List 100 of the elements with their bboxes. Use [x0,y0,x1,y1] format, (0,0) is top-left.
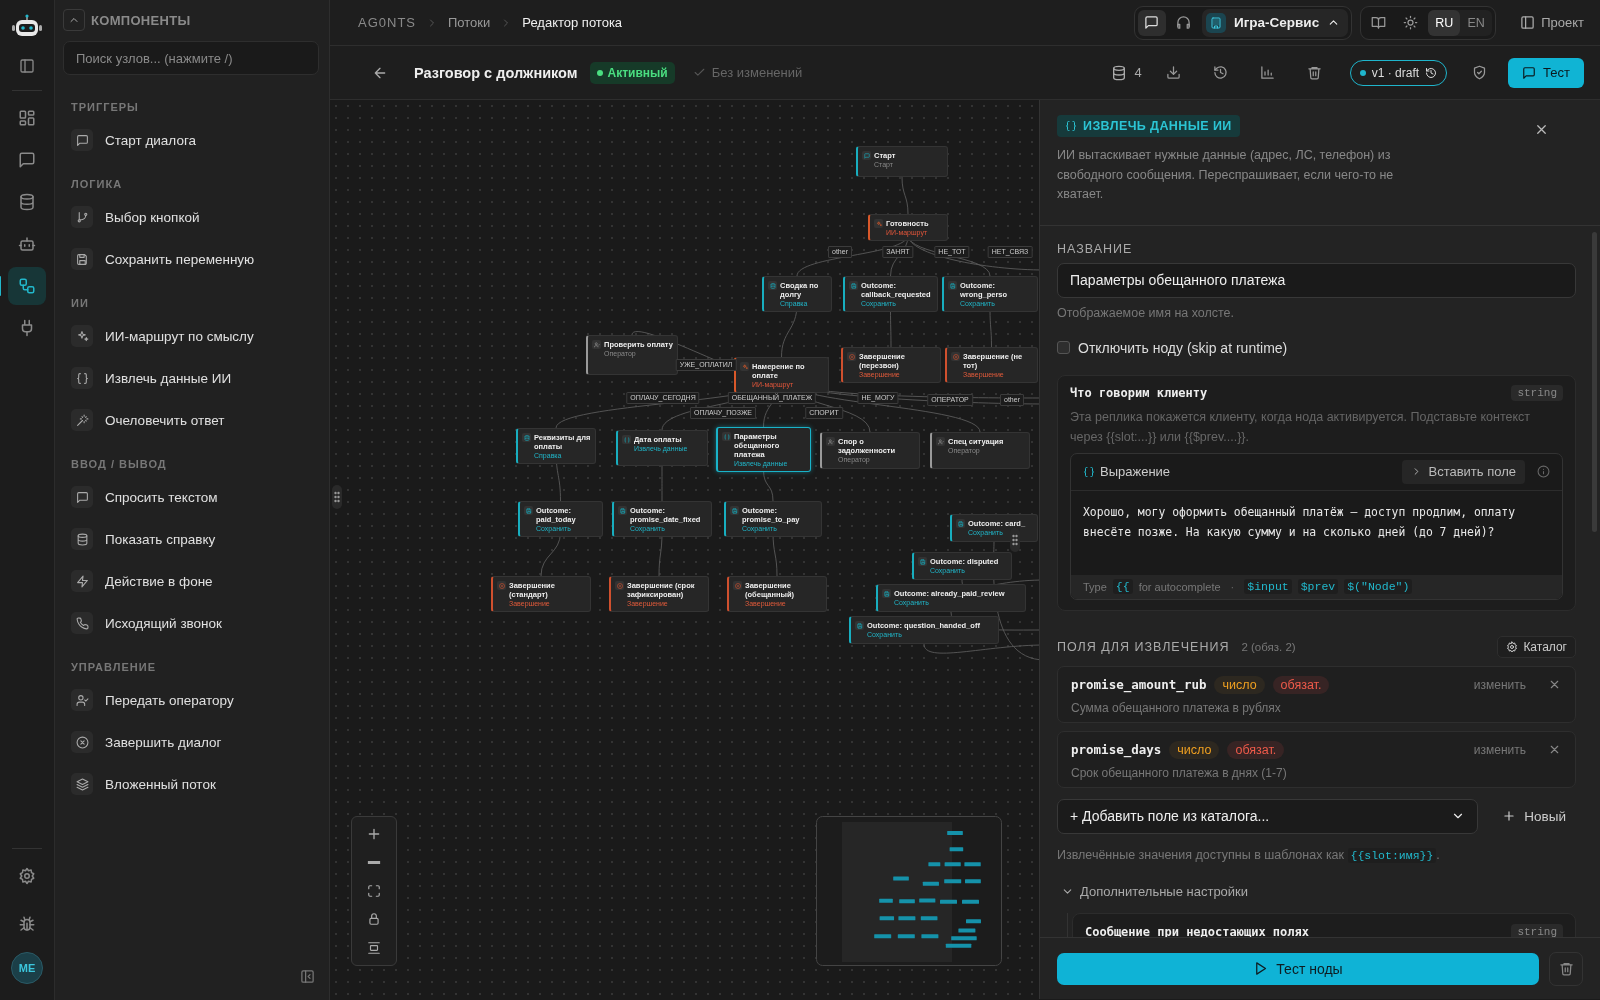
database-icon [1110,64,1127,81]
play-icon [1253,961,1269,976]
building-icon [1206,12,1226,33]
field-description: Срок обещанного платежа в днях (1-7) [1071,765,1288,780]
node-icon [740,362,749,371]
section-heading: ПОЛЯ ДЛЯ ИЗВЛЕЧЕНИЯ [1057,639,1230,654]
lock-icon [367,912,381,927]
sun-icon [1402,15,1418,30]
node-icon [592,340,601,349]
node-icon [522,433,531,442]
name-input[interactable]: Параметры обещанного платежа [1057,262,1576,298]
node-icon [618,506,627,515]
chat-button[interactable] [1138,9,1166,36]
component-item[interactable]: ИИ-маршрут по смыслу [63,315,319,357]
minimap[interactable] [816,816,1002,966]
usercheck-icon [71,689,93,711]
user-avatar[interactable]: ME [11,952,43,984]
test-node-button[interactable]: Тест ноды [1057,952,1539,985]
component-item[interactable]: Действие в фоне [63,560,319,602]
trash-icon [1558,961,1574,976]
status-badge: Активный [589,61,675,84]
edit-link[interactable]: изменить [1473,742,1526,757]
type-tag: число [1214,675,1265,694]
badge-label: ИЗВЛЕЧЬ ДАННЫЕ ИИ [1083,119,1232,133]
chat-icon [1522,65,1537,80]
add-field-select[interactable]: + Добавить поле из каталога... [1057,798,1479,834]
required-tag: обязат. [1272,675,1330,694]
field-count: 2 (обяз. 2) [1241,640,1296,653]
expression-editor[interactable]: Выражение Вставить поле Хорошо, могу оформить обещанный платёж — доступ продлим, оплату внесёте позже. На какую сумму и на сколько дней (до 7 дней)? Type {{ for autocomplete · $input $prev $("Node") [1070,452,1563,600]
node-icon [826,437,835,446]
language-option[interactable]: EN [1460,9,1493,36]
layout-icon [367,940,381,955]
node-icon [722,432,731,441]
separator: · [1230,580,1235,593]
bug-icon [18,915,36,933]
new-field-button[interactable]: Новый [1492,808,1576,824]
nav-button[interactable] [8,267,46,305]
field-description: Сумма обещанного платежа в рублях [1071,700,1282,715]
component-item[interactable]: Выбор кнопкой [63,196,319,238]
section-heading: ТРИГГЕРЫ [71,100,140,114]
settings-icon [1506,640,1519,653]
component-item[interactable]: Старт диалога [63,119,319,161]
catalog-button[interactable]: Каталог [1497,635,1576,658]
node-icon [882,589,891,598]
component-item[interactable]: Очеловечить ответ [63,399,319,441]
sidebar-icon [19,58,35,74]
search-field[interactable]: Поиск узлов... (нажмите /) [63,41,319,75]
component-item[interactable]: Извлечь данные ИИ [63,357,319,399]
project-button[interactable]: Проект [1520,15,1584,30]
chat-icon [71,129,93,151]
insert-field-button[interactable]: Вставить поле [1402,459,1525,484]
required-tag: обязат. [1227,740,1285,759]
language-option[interactable]: RU [1428,9,1461,36]
component-item[interactable]: Спросить текстом [63,476,319,518]
component-item[interactable]: Завершить диалог [63,721,319,763]
braces-icon [71,367,93,389]
code-token[interactable]: $input [1244,579,1292,594]
node-icon [615,581,624,590]
chat-icon [1144,15,1160,30]
delete-node-button[interactable] [1549,951,1583,986]
node-icon [948,281,957,290]
zap-icon [71,570,93,592]
advanced-toggle[interactable]: Дополнительные настройки [1057,883,1249,899]
node-icon [918,557,927,566]
component-item[interactable]: Вложенный поток [63,763,319,805]
field-label: НАЗВАНИЕ [1057,241,1134,256]
component-item[interactable]: Сохранить переменную [63,238,319,280]
workspace-selector[interactable]: Игра-Сервис [1202,8,1349,37]
breadcrumb-link[interactable]: Редактор потока [522,15,623,30]
code-token[interactable]: $prev [1297,579,1339,594]
layers-icon [71,773,93,795]
code-token[interactable]: $("Node") [1344,579,1413,594]
bot-icon [18,235,36,253]
component-item[interactable]: Показать справку [63,518,319,560]
chat-icon [71,486,93,508]
breadcrumb-link[interactable]: AG0NTS [358,15,416,30]
flow-title: Разговор с должником [414,64,578,81]
node-icon [855,621,864,630]
book-icon [1370,15,1386,30]
component-item[interactable]: Передать оператору [63,679,319,721]
edit-link[interactable]: изменить [1473,677,1526,692]
test-button[interactable]: Тест [1508,57,1584,88]
message-text: Хорошо, могу оформить обещанный платёж — доступ продлим, оплату внесёте позже. На какую сумму и на сколько дней (до 7 дней)? [1082,503,1517,541]
component-item[interactable]: Исходящий звонок [63,602,319,644]
field-name: promise_amount_rub [1071,677,1207,692]
phone-icon [71,612,93,634]
resize-handle[interactable] [332,485,342,509]
field-name: promise_days [1071,742,1162,757]
variables-button[interactable]: 4 [1110,64,1142,81]
node-icon [874,219,883,228]
grid-icon [18,109,36,127]
connector-line [901,176,909,215]
footer-hint: for autocomplete [1138,580,1221,593]
info-icon [1537,465,1550,478]
type-tag: число [1169,740,1220,759]
checkbox[interactable] [1057,341,1070,354]
breadcrumb-link[interactable]: Потоки [448,15,491,30]
connector-line [763,469,774,502]
slot-hint: Извлечённые значения доступны в шаблонах как {{slot:имя}} . [1057,847,1441,862]
xcircle-icon [71,731,93,753]
